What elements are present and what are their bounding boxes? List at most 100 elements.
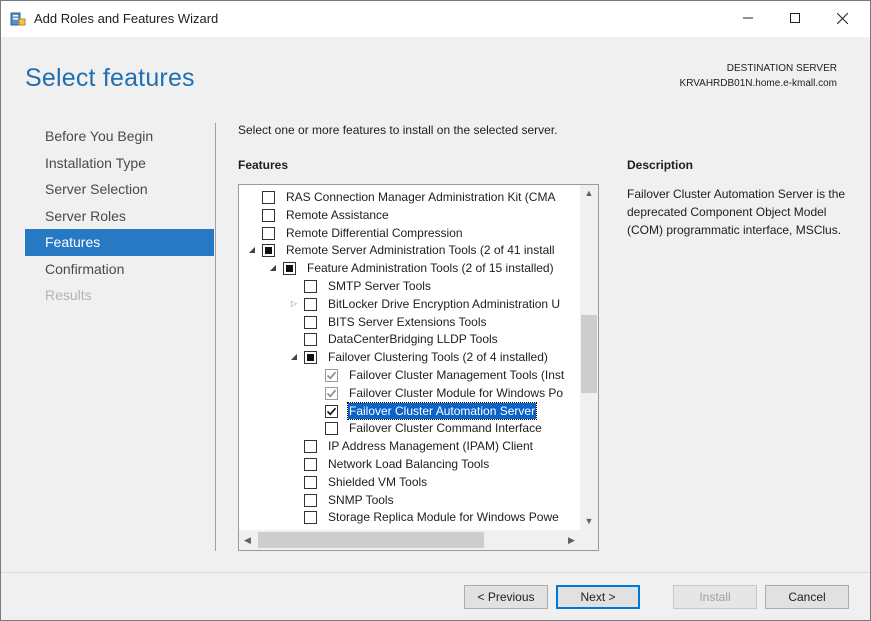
description-heading: Description (627, 158, 694, 172)
feature-checkbox[interactable] (325, 404, 338, 418)
feature-checkbox[interactable] (304, 333, 317, 347)
tree-row[interactable]: Failover Cluster Module for Windows Po (239, 384, 580, 402)
tree-row[interactable]: Network Load Balancing Tools (239, 455, 580, 473)
horizontal-scrollbar[interactable]: ◀ ▶ (239, 530, 580, 550)
features-tree[interactable]: RAS Connection Manager Administration Ki… (238, 184, 599, 551)
tree-row[interactable]: BITS Server Extensions Tools (239, 313, 580, 331)
nav-item-installation-type[interactable]: Installation Type (25, 150, 214, 177)
feature-label: SNMP Tools (328, 492, 394, 507)
destination-server-name: KRVAHRDB01N.home.e-kmall.com (679, 78, 837, 89)
minimize-icon (743, 17, 753, 19)
feature-checkbox[interactable] (304, 351, 317, 365)
nav-item-server-selection[interactable]: Server Selection (25, 176, 214, 203)
window-title: Add Roles and Features Wizard (34, 11, 219, 26)
destination-server-label: DESTINATION SERVER (726, 63, 837, 74)
minimize-button[interactable] (725, 1, 771, 35)
feature-checkbox[interactable] (262, 191, 275, 204)
tree-row[interactable]: Failover Cluster Command Interface (239, 419, 580, 437)
scroll-up-icon[interactable]: ▲ (580, 185, 598, 202)
feature-checkbox[interactable] (283, 262, 296, 276)
feature-label: Feature Administration Tools (2 of 15 in… (307, 261, 554, 276)
scroll-right-icon[interactable]: ▶ (563, 530, 580, 550)
tree-row[interactable]: Failover Cluster Management Tools (Inst (239, 366, 580, 384)
expanded-arrow-icon[interactable]: ◢ (247, 245, 257, 255)
feature-checkbox[interactable] (304, 440, 317, 454)
feature-label: Shielded VM Tools (328, 474, 428, 489)
feature-checkbox (325, 386, 338, 400)
maximize-icon (790, 13, 800, 23)
feature-checkbox[interactable] (304, 315, 317, 329)
feature-checkbox[interactable] (262, 226, 275, 240)
nav-item-before-you-begin[interactable]: Before You Begin (25, 123, 214, 150)
scroll-down-icon[interactable]: ▼ (580, 513, 598, 530)
feature-label: IP Address Management (IPAM) Client (328, 439, 533, 454)
nav-divider (215, 123, 216, 551)
expanded-arrow-icon[interactable]: ◢ (289, 352, 299, 362)
vertical-scroll-thumb[interactable] (581, 315, 597, 393)
tree-row[interactable]: Failover Cluster Automation Server (239, 401, 580, 420)
install-button: Install (673, 585, 757, 609)
feature-label: Failover Clustering Tools (2 of 4 instal… (328, 350, 548, 365)
tree-row[interactable]: SMTP Server Tools (239, 277, 580, 295)
feature-label: Remote Assistance (286, 207, 389, 222)
tree-row[interactable]: RAS Connection Manager Administration Ki… (239, 188, 580, 206)
tree-row[interactable]: SNMP Tools (239, 491, 580, 509)
expanded-arrow-icon[interactable]: ◢ (268, 263, 278, 273)
feature-label: BitLocker Drive Encryption Administratio… (328, 296, 561, 311)
tree-row[interactable]: ◢ Failover Clustering Tools (2 of 4 insta… (239, 348, 580, 366)
feature-label: Failover Cluster Module for Windows Po (349, 385, 564, 400)
wizard-window: Add Roles and Features Wizard Select fea… (0, 0, 871, 621)
close-icon (836, 12, 848, 24)
feature-checkbox[interactable] (262, 244, 275, 258)
feature-checkbox[interactable] (304, 511, 317, 525)
tree-row[interactable]: Remote Differential Compression (239, 224, 580, 242)
feature-checkbox[interactable] (304, 493, 317, 507)
close-button[interactable] (819, 1, 865, 35)
tree-row[interactable]: ◢ Feature Administration Tools (2 of 15 i… (239, 259, 580, 277)
checkmark-icon (326, 407, 337, 416)
feature-checkbox[interactable] (304, 475, 317, 489)
tree-row[interactable]: ◢ Remote Server Administration Tools (2 o… (239, 241, 580, 259)
feature-checkbox[interactable] (325, 422, 338, 436)
tree-row[interactable]: DataCenterBridging LLDP Tools (239, 330, 580, 348)
nav-item-server-roles[interactable]: Server Roles (25, 203, 214, 230)
feature-label: Remote Differential Compression (286, 225, 463, 240)
description-text: Failover Cluster Automation Server is th… (627, 187, 846, 237)
wizard-content: Select features DESTINATION SERVER KRVAH… (1, 37, 870, 572)
feature-label: DataCenterBridging LLDP Tools (328, 332, 498, 347)
collapsed-arrow-icon[interactable]: ▷ (289, 299, 299, 309)
tree-row[interactable]: Shielded VM Tools (239, 473, 580, 491)
cancel-button[interactable]: Cancel (765, 585, 849, 609)
nav-item-features[interactable]: Features (25, 229, 214, 256)
features-tree-list: RAS Connection Manager Administration Ki… (239, 185, 580, 530)
horizontal-scroll-thumb[interactable] (258, 532, 484, 548)
tree-row[interactable]: IP Address Management (IPAM) Client (239, 437, 580, 455)
feature-checkbox[interactable] (262, 208, 275, 222)
previous-button[interactable]: < Previous (464, 585, 548, 609)
nav-item-confirmation[interactable]: Confirmation (25, 256, 214, 283)
maximize-button[interactable] (772, 1, 818, 35)
server-manager-icon (10, 11, 26, 27)
tree-row[interactable]: ▷ BitLocker Drive Encryption Administrati… (239, 295, 580, 313)
tree-row[interactable]: Storage Replica Module for Windows Powe (239, 508, 580, 526)
scroll-left-icon[interactable]: ◀ (239, 530, 256, 550)
wizard-footer: < Previous Next > Install Cancel (1, 572, 870, 620)
feature-checkbox[interactable] (304, 280, 317, 293)
feature-label: SMTP Server Tools (328, 279, 431, 293)
next-button[interactable]: Next > (556, 585, 640, 609)
feature-checkbox[interactable] (304, 458, 317, 471)
instruction-text: Select one or more features to install o… (238, 123, 558, 137)
features-heading: Features (238, 158, 289, 172)
feature-label: Failover Cluster Management Tools (Inst (349, 368, 565, 382)
feature-label: RAS Connection Manager Administration Ki… (286, 190, 556, 204)
tree-row[interactable]: Remote Assistance (239, 206, 580, 224)
checkmark-icon (326, 389, 337, 398)
feature-checkbox[interactable] (304, 297, 317, 311)
feature-label: Failover Cluster Command Interface (349, 421, 542, 436)
checkmark-icon (326, 371, 337, 380)
wizard-nav: Before You Begin Installation Type Serve… (25, 123, 214, 309)
nav-item-results: Results (45, 287, 92, 303)
page-title: Select features (25, 64, 195, 92)
vertical-scrollbar[interactable]: ▲ ▼ (580, 185, 598, 530)
scrollbar-corner (580, 530, 598, 550)
